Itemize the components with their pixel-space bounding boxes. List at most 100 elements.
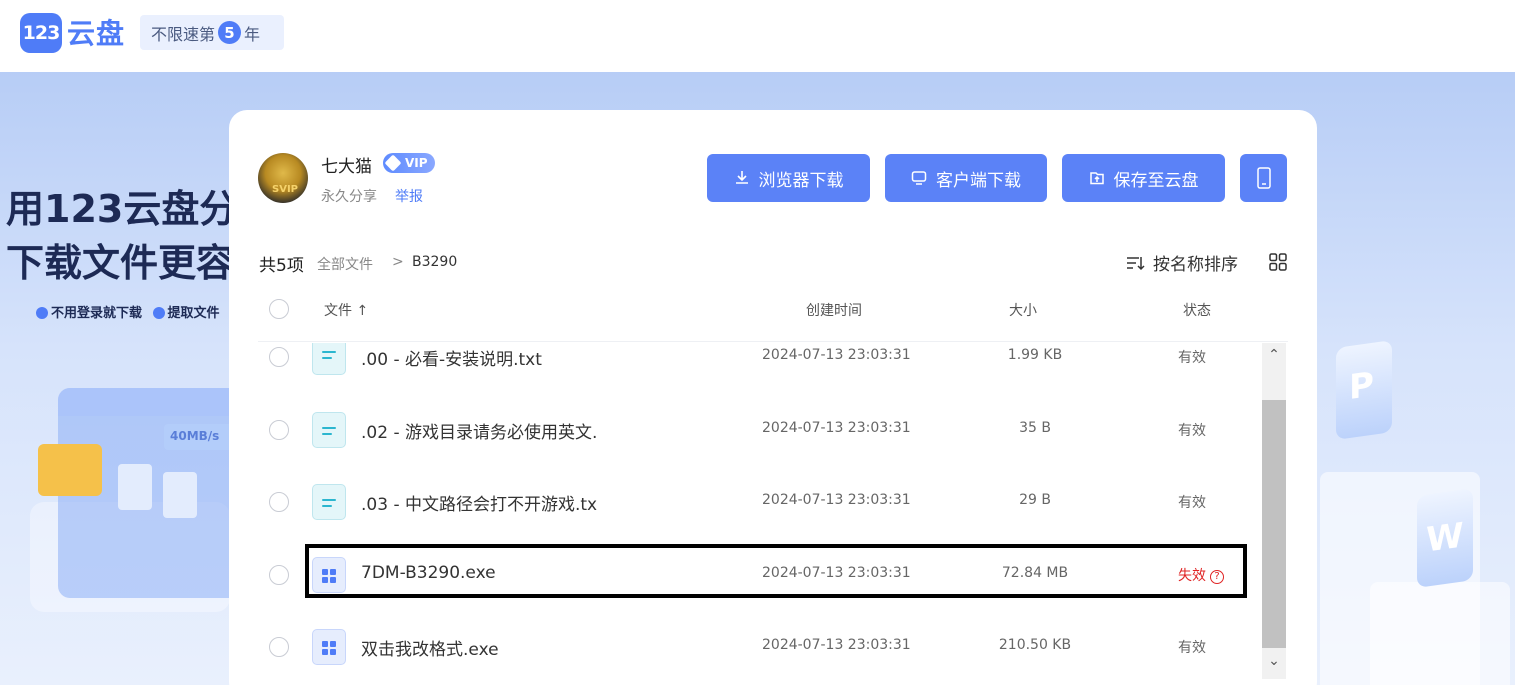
- logo-text[interactable]: 云盘: [67, 12, 125, 52]
- document-icon: [118, 464, 152, 510]
- hero-features: 不用登录就下载 提取文件: [36, 302, 220, 321]
- table-row[interactable]: 双击我改格式.exe 2024-07-13 23:03:31 210.50 KB…: [258, 611, 1258, 680]
- row-checkbox[interactable]: [269, 637, 289, 657]
- breadcrumb-all-files[interactable]: 全部文件: [317, 254, 373, 274]
- column-created-time: 创建时间: [806, 303, 862, 319]
- file-name[interactable]: .02 - 游戏目录请务必使用英文.: [361, 418, 597, 443]
- browser-download-label: 浏览器下载: [758, 170, 844, 191]
- file-time: 2024-07-13 23:03:31: [762, 492, 911, 508]
- diamond-icon: [384, 154, 402, 172]
- exe-file-icon: [312, 557, 346, 593]
- file-size: 1.99 KB: [1007, 347, 1063, 363]
- hero-line-2: 下载文件更容: [6, 241, 235, 285]
- vip-label: VIP: [405, 156, 428, 170]
- ppt-tile: P: [1336, 340, 1392, 440]
- help-icon[interactable]: ?: [1210, 570, 1224, 584]
- scrollbar-thumb[interactable]: [1262, 400, 1286, 648]
- row-checkbox[interactable]: [269, 347, 289, 367]
- feature-2: 提取文件: [167, 306, 220, 321]
- file-name[interactable]: 7DM-B3290.exe: [361, 563, 496, 583]
- txt-file-icon: [312, 484, 346, 520]
- share-type: 永久分享: [321, 189, 377, 205]
- folder-icon: [38, 444, 102, 496]
- save-to-cloud-button[interactable]: 保存至云盘: [1062, 154, 1225, 202]
- w-letter-icon: W: [1426, 515, 1464, 561]
- feature-1: 不用登录就下载: [51, 306, 143, 321]
- illustration-block: [1370, 582, 1510, 685]
- column-file[interactable]: 文件 ↑: [324, 300, 368, 320]
- hero-line-1: 用123云盘分: [6, 187, 238, 231]
- owner-name: 七大猫: [321, 157, 372, 177]
- monitor-icon: [911, 171, 927, 185]
- file-time: 2024-07-13 23:03:31: [762, 347, 911, 363]
- file-name[interactable]: .00 - 必看-安装说明.txt: [361, 345, 542, 370]
- scroll-up-icon[interactable]: ⌃: [1262, 343, 1286, 367]
- table-row[interactable]: .02 - 游戏目录请务必使用英文. 2024-07-13 23:03:31 3…: [258, 394, 1258, 466]
- avatar-label: SVIP: [272, 184, 298, 195]
- client-download-button[interactable]: 客户端下载: [885, 154, 1047, 202]
- column-size: 大小: [1009, 303, 1037, 319]
- file-size: 210.50 KB: [998, 637, 1072, 653]
- bullet-icon: [152, 307, 165, 319]
- phone-icon: [1256, 167, 1271, 189]
- breadcrumb-separator: >: [392, 254, 404, 270]
- save-to-cloud-label: 保存至云盘: [1113, 170, 1199, 191]
- table-row[interactable]: .03 - 中文路径会打不开游戏.tx 2024-07-13 23:03:31 …: [258, 466, 1258, 538]
- file-status: 有效: [1178, 350, 1206, 366]
- breadcrumb-current: B3290: [412, 254, 458, 270]
- download-icon: [735, 171, 748, 184]
- file-status: 有效: [1178, 640, 1206, 656]
- txt-file-icon: [312, 343, 346, 375]
- document-icon: [163, 472, 197, 518]
- row-checkbox[interactable]: [269, 492, 289, 512]
- word-tile: W: [1417, 488, 1473, 588]
- hero-headline: 用123云盘分 下载文件更容: [6, 182, 237, 290]
- promo-suffix: 年: [244, 24, 261, 44]
- file-status: 有效: [1178, 495, 1206, 511]
- status-text: 失效: [1178, 568, 1206, 584]
- client-download-label: 客户端下载: [936, 170, 1021, 191]
- item-count: 共5项: [259, 256, 304, 276]
- file-time: 2024-07-13 23:03:31: [762, 420, 911, 436]
- file-time: 2024-07-13 23:03:31: [762, 565, 911, 581]
- scroll-down-icon[interactable]: ⌄: [1262, 649, 1286, 673]
- report-link[interactable]: 举报: [395, 186, 423, 206]
- select-all-checkbox[interactable]: [269, 299, 289, 319]
- row-checkbox[interactable]: [269, 420, 289, 440]
- table-row[interactable]: .00 - 必看-安装说明.txt 2024-07-13 23:03:31 1.…: [258, 343, 1258, 393]
- p-letter-icon: P: [1349, 364, 1374, 409]
- mobile-button[interactable]: [1240, 154, 1287, 202]
- file-status-invalid: 失效?: [1178, 565, 1258, 585]
- top-bar: 123 云盘 不限速第 5 年: [0, 0, 1515, 72]
- table-header: 文件 ↑ 创建时间 大小 状态: [258, 290, 1288, 342]
- grid-view-icon[interactable]: [1268, 252, 1288, 272]
- save-icon: [1089, 172, 1104, 185]
- file-size: 29 B: [1019, 492, 1051, 508]
- txt-file-icon: [312, 412, 346, 448]
- file-name[interactable]: 双击我改格式.exe: [361, 635, 499, 660]
- illustration-window-bar: [58, 388, 248, 416]
- avatar[interactable]: SVIP: [258, 153, 308, 203]
- share-card: SVIP 七大猫 VIP 永久分享 举报 浏览器下载 客户端下载 保存至云盘 共…: [229, 110, 1317, 685]
- scrollbar[interactable]: ⌃ ⌄: [1262, 343, 1286, 679]
- promo-number: 5: [218, 21, 242, 44]
- file-name[interactable]: .03 - 中文路径会打不开游戏.tx: [361, 490, 597, 515]
- bullet-icon: [36, 307, 48, 319]
- sort-icon: [1127, 256, 1145, 270]
- table-row[interactable]: 7DM-B3290.exe 2024-07-13 23:03:31 72.84 …: [258, 539, 1258, 611]
- logo-badge[interactable]: 123: [20, 13, 62, 53]
- file-size: 72.84 MB: [1001, 565, 1069, 581]
- exe-file-icon: [312, 629, 346, 665]
- promo-badge: 不限速第 5 年: [140, 15, 284, 50]
- row-checkbox[interactable]: [269, 565, 289, 585]
- file-list: .00 - 必看-安装说明.txt 2024-07-13 23:03:31 1.…: [258, 343, 1258, 680]
- file-status: 有效: [1178, 423, 1206, 439]
- vip-badge: VIP: [383, 153, 435, 173]
- sort-label: 按名称排序: [1153, 255, 1238, 275]
- promo-prefix: 不限速第: [151, 24, 216, 44]
- file-time: 2024-07-13 23:03:31: [762, 637, 911, 653]
- column-status: 状态: [1183, 303, 1211, 319]
- file-size: 35 B: [1019, 420, 1051, 436]
- sort-button[interactable]: 按名称排序: [1125, 250, 1238, 275]
- browser-download-button[interactable]: 浏览器下载: [707, 154, 870, 202]
